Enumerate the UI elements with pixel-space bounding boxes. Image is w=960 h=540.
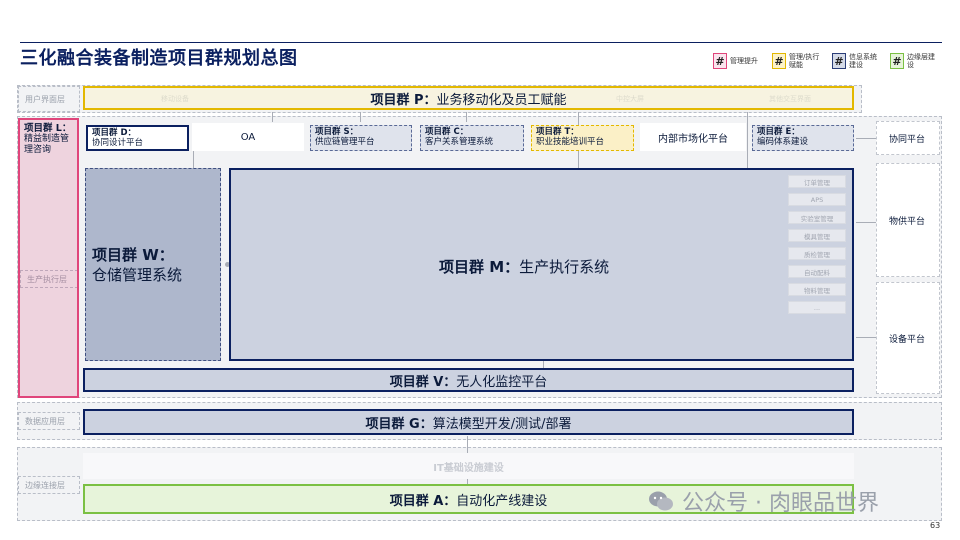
mes-item-aps: APS [788,193,846,206]
connector-line [747,112,748,168]
connector-line [193,150,194,168]
mes-item-lab: 实验室管理 [788,211,846,224]
platform-supply[interactable]: 物供平台 [876,163,940,277]
mes-item-more: ... [788,301,846,314]
internal-market-box[interactable]: 内部市场化平台 [640,123,746,151]
project-w-name: 项目群 W： [92,246,174,264]
layer-label-user: 用户界面层 [18,86,80,112]
mes-item-qc: 质检管理 [788,247,846,260]
watermark-text: 公众号 · 肉眼品世界 [682,491,879,516]
project-s-desc: 供应链管理平台 [315,137,375,147]
legend-label: 信息系统建设 [849,53,877,69]
project-p-box[interactable]: 项目群 P： 业务移动化及员工赋能 [83,86,854,110]
project-p-name: 项目群 P： [370,92,437,108]
wechat-icon [648,490,674,512]
project-p-desc: 业务移动化及员工赋能 [436,92,567,108]
mes-item-batching: 自动配料 [788,265,846,278]
legend-item-mgmt: # 管理提升 [713,50,764,72]
watermark: 公众号 · 肉眼品世界 [648,484,879,518]
mes-item-mold: 模具管理 [788,229,846,242]
project-d-name: 项目群 D： [92,128,137,138]
mes-item-order: 订单管理 [788,175,846,188]
legend-label: 管理提升 [730,57,758,65]
connector-line [856,337,876,338]
project-e-desc: 编码体系建设 [757,137,809,147]
project-t-desc: 职业技能培训平台 [536,137,605,147]
project-m-box[interactable]: 项目群 M：生产执行系统 [229,168,854,361]
project-c-desc: 客户关系管理系统 [425,137,494,147]
legend-swatch: # [713,53,727,69]
project-v-desc: 无人化监控平台 [456,374,548,390]
connector-line [272,112,273,122]
title-rule [20,42,942,43]
project-l-box[interactable]: 项目群 L： 精益制造管理咨询 [18,118,79,398]
project-e-name: 项目群 E： [757,127,800,137]
legend-swatch: # [772,53,786,69]
platform-equipment[interactable]: 设备平台 [876,282,940,394]
project-a-name: 项目群 A： [389,493,457,509]
project-g-name: 项目群 G： [365,416,433,432]
project-w-desc: 仓储管理系统 [92,266,183,284]
project-a-desc: 自动化产线建设 [456,493,548,509]
project-e-box[interactable]: 项目群 E： 编码体系建设 [752,125,854,151]
connector-line [360,112,361,122]
project-d-box[interactable]: 项目群 D： 协同设计平台 [86,125,189,151]
legend-item-edge: # 边缘层建设 [890,50,935,72]
connector-line [856,222,876,223]
mes-item-material: 物料管理 [788,283,846,296]
project-t-name: 项目群 T： [536,127,579,137]
project-m-name: 项目群 M： [439,258,520,276]
project-c-name: 项目群 C： [425,127,469,137]
project-c-box[interactable]: 项目群 C： 客户关系管理系统 [420,125,524,151]
project-d-desc: 协同设计平台 [92,138,144,148]
connector-line [466,112,467,122]
project-g-box[interactable]: 项目群 G： 算法模型开发/测试/部署 [83,409,854,435]
legend-item-enable: # 管理/执行赋能 [772,50,823,72]
it-infrastructure: IT基础设施建设 [83,453,854,479]
project-s-name: 项目群 S： [315,127,359,137]
project-w-box[interactable]: 项目群 W： 仓储管理系统 [85,168,221,361]
legend-swatch: # [832,53,846,69]
legend-item-is: # 信息系统建设 [832,50,883,72]
project-l-name: 项目群 L： [24,123,72,134]
project-m-desc: 生产执行系统 [519,258,610,276]
oa-box[interactable]: OA [192,123,304,151]
legend-label: 边缘层建设 [907,53,935,69]
project-v-box[interactable]: 项目群 V： 无人化监控平台 [83,368,854,392]
page-number: 63 [930,521,941,530]
page-title: 三化融合装备制造项目群规划总图 [20,48,298,69]
project-t-box[interactable]: 项目群 T： 职业技能培训平台 [531,125,634,151]
connector-line [856,138,876,139]
project-g-desc: 算法模型开发/测试/部署 [432,416,572,432]
project-v-name: 项目群 V： [389,374,457,390]
layer-label-edge: 边缘连接层 [18,476,80,494]
project-l-desc: 精益制造管理咨询 [24,134,70,155]
legend-label: 管理/执行赋能 [789,53,820,69]
platform-collab[interactable]: 协同平台 [876,121,940,155]
legend-swatch: # [890,53,904,69]
project-s-box[interactable]: 项目群 S： 供应链管理平台 [310,125,412,151]
layer-label-data: 数据应用层 [18,412,80,430]
